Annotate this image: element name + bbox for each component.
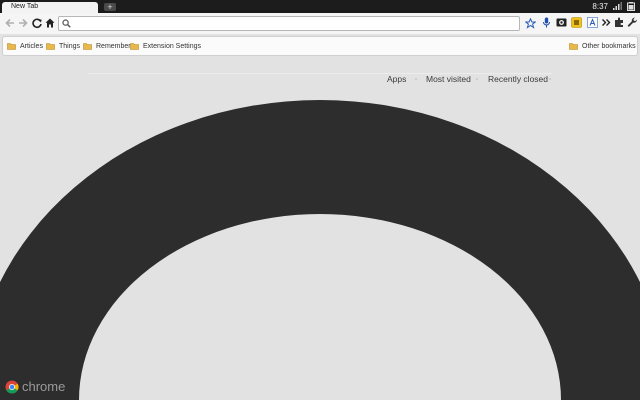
ntp-nav-most-visited[interactable]: Most visited [426,74,471,84]
chrome-logo-icon [5,380,19,394]
chrome-wordmark: chrome [22,379,66,394]
chrome-brand: chrome [5,380,65,394]
ntp-nav-recently-closed[interactable]: Recently closed [488,74,548,84]
theme-arch-artwork [0,100,640,400]
ntp-nav-dot [415,78,417,80]
ntp-nav-apps[interactable]: Apps [387,74,406,84]
ntp-nav-dot [476,78,478,80]
ntp-nav-dot [549,78,551,80]
ntp-divider [88,73,552,74]
